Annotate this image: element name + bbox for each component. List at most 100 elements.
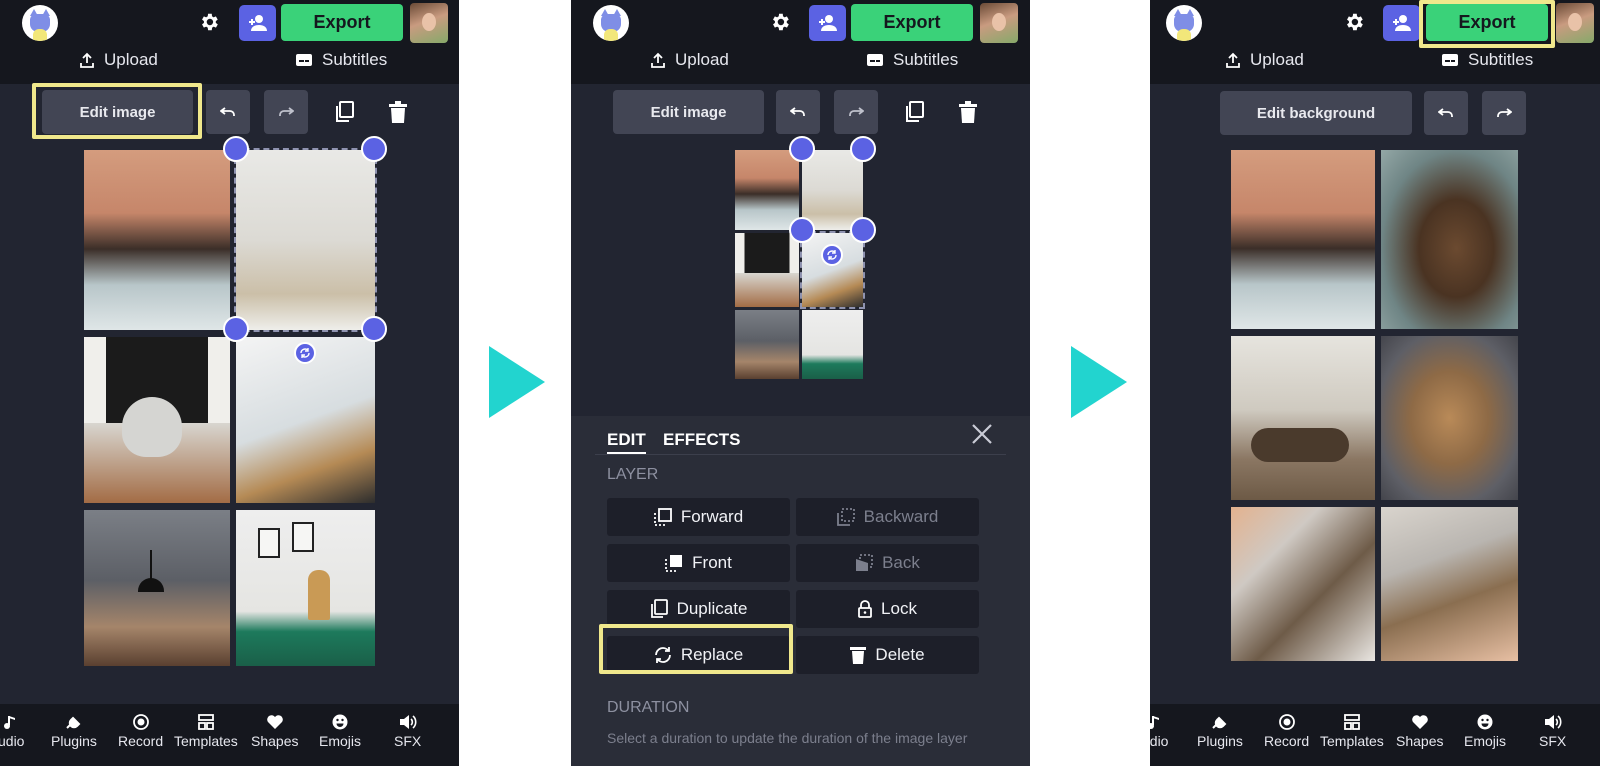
undo-icon <box>790 107 805 116</box>
forward-button[interactable]: Forward <box>607 498 790 536</box>
nav-audio[interactable]: udio <box>1150 714 1168 749</box>
step-arrow-1 <box>489 346 545 418</box>
undo-icon <box>1438 108 1453 117</box>
duplicate-button[interactable] <box>902 100 926 124</box>
top-bar: Export Upload Subtitles <box>571 0 1030 84</box>
resize-handle-top-left[interactable] <box>223 136 249 162</box>
photo-cat-on-blanket[interactable] <box>84 150 230 330</box>
nav-emojis[interactable]: Emojis <box>319 714 361 749</box>
gear-icon[interactable] <box>769 11 791 33</box>
add-collaborator-button[interactable] <box>809 5 846 41</box>
record-icon <box>1278 714 1295 730</box>
duplicate-button[interactable] <box>332 100 356 124</box>
subtitles-tab[interactable]: Subtitles <box>1442 50 1533 70</box>
rotate-icon <box>827 250 837 260</box>
user-avatar[interactable] <box>1556 3 1594 43</box>
delete-layer-button[interactable]: Delete <box>796 636 979 674</box>
delete-button[interactable] <box>386 100 410 124</box>
add-collaborator-button[interactable] <box>1383 5 1420 41</box>
subtitles-icon <box>1442 54 1458 66</box>
nav-templates[interactable]: Templates <box>174 714 238 749</box>
photo-white-chair[interactable] <box>735 233 799 307</box>
photo-cat-on-floor[interactable] <box>1231 336 1375 500</box>
upload-tab[interactable]: Upload <box>1226 50 1304 70</box>
photo-dried-flowers[interactable] <box>802 310 863 379</box>
upload-tab[interactable]: Upload <box>80 50 158 70</box>
subtitles-label: Subtitles <box>1468 50 1534 69</box>
resize-handle-bottom-right[interactable] <box>850 217 876 243</box>
nav-sfx[interactable]: SFX <box>394 714 421 749</box>
photo-pendant-lamp[interactable] <box>84 510 230 666</box>
nav-shapes[interactable]: Shapes <box>251 714 298 749</box>
resize-handle-bottom-right[interactable] <box>361 316 387 342</box>
cat-logo-icon[interactable] <box>593 5 629 41</box>
lock-button[interactable]: Lock <box>796 590 979 628</box>
gear-icon[interactable] <box>198 11 220 33</box>
photo-cat-on-blanket[interactable] <box>735 150 799 230</box>
back-icon <box>856 554 873 571</box>
undo-button[interactable] <box>776 90 820 134</box>
photo-white-room[interactable] <box>802 150 863 230</box>
nav-sfx[interactable]: SFX <box>1539 714 1566 749</box>
nav-record[interactable]: Record <box>118 714 163 749</box>
photo-white-room[interactable] <box>234 148 377 332</box>
replace-badge[interactable] <box>294 342 316 364</box>
export-button[interactable]: Export <box>281 4 403 41</box>
front-button[interactable]: Front <box>607 544 790 582</box>
lock-icon <box>858 600 872 618</box>
replace-badge[interactable] <box>821 244 843 266</box>
add-collaborator-button[interactable] <box>239 5 276 41</box>
back-button[interactable]: Back <box>796 544 979 582</box>
user-avatar[interactable] <box>410 3 448 43</box>
redo-button[interactable] <box>1482 91 1526 135</box>
edit-background-button[interactable]: Edit background <box>1220 91 1412 135</box>
edit-image-button[interactable]: Edit image <box>613 90 764 134</box>
add-user-icon <box>248 15 267 31</box>
redo-button[interactable] <box>834 90 878 134</box>
photo-pendant-lamp[interactable] <box>735 310 799 379</box>
close-icon[interactable] <box>970 422 994 446</box>
cat-logo-icon[interactable] <box>1166 5 1202 41</box>
export-highlight <box>1419 0 1555 48</box>
upload-tab[interactable]: Upload <box>651 50 729 70</box>
photo-sleeping-cat[interactable] <box>1381 150 1518 329</box>
photo-dried-flowers[interactable] <box>236 510 375 666</box>
resize-handle-top-right[interactable] <box>361 136 387 162</box>
redo-button[interactable] <box>264 90 308 134</box>
subtitles-tab[interactable]: Subtitles <box>867 50 958 70</box>
photo-cat-with-hand[interactable] <box>1381 507 1518 661</box>
undo-button[interactable] <box>1424 91 1468 135</box>
nav-plugins[interactable]: Plugins <box>1197 714 1243 749</box>
duplicate-layer-button[interactable]: Duplicate <box>607 590 790 628</box>
tab-effects[interactable]: EFFECTS <box>663 430 740 450</box>
gear-icon[interactable] <box>1343 11 1365 33</box>
resize-handle-top-left[interactable] <box>789 136 815 162</box>
duplicate-icon <box>906 101 924 122</box>
resize-handle-bottom-left[interactable] <box>223 316 249 342</box>
panel-divider <box>595 454 1006 455</box>
nav-templates-label: Templates <box>174 733 238 749</box>
resize-handle-bottom-left[interactable] <box>789 217 815 243</box>
tab-edit[interactable]: EDIT <box>607 430 646 455</box>
cat-logo-icon[interactable] <box>22 5 58 41</box>
photo-white-chair[interactable] <box>84 337 230 503</box>
photo-cat-on-blanket[interactable] <box>1231 150 1375 329</box>
undo-button[interactable] <box>206 90 250 134</box>
nav-record[interactable]: Record <box>1264 714 1309 749</box>
nav-shapes[interactable]: Shapes <box>1396 714 1443 749</box>
nav-audio[interactable]: udio <box>0 714 24 749</box>
subtitles-tab[interactable]: Subtitles <box>296 50 387 70</box>
backward-button[interactable]: Backward <box>796 498 979 536</box>
duration-heading: DURATION <box>607 699 690 716</box>
user-avatar[interactable] <box>980 3 1018 43</box>
resize-handle-top-right[interactable] <box>850 136 876 162</box>
delete-button[interactable] <box>956 100 980 124</box>
nav-plugins[interactable]: Plugins <box>51 714 97 749</box>
nav-emojis[interactable]: Emojis <box>1464 714 1506 749</box>
export-button[interactable]: Export <box>851 4 973 41</box>
front-label: Front <box>692 553 732 572</box>
photo-curled-cat[interactable] <box>1381 336 1518 500</box>
nav-templates[interactable]: Templates <box>1320 714 1384 749</box>
bottom-nav: udio Plugins Record Templates Shapes Emo… <box>0 704 459 766</box>
photo-cat-on-lap[interactable] <box>1231 507 1375 661</box>
